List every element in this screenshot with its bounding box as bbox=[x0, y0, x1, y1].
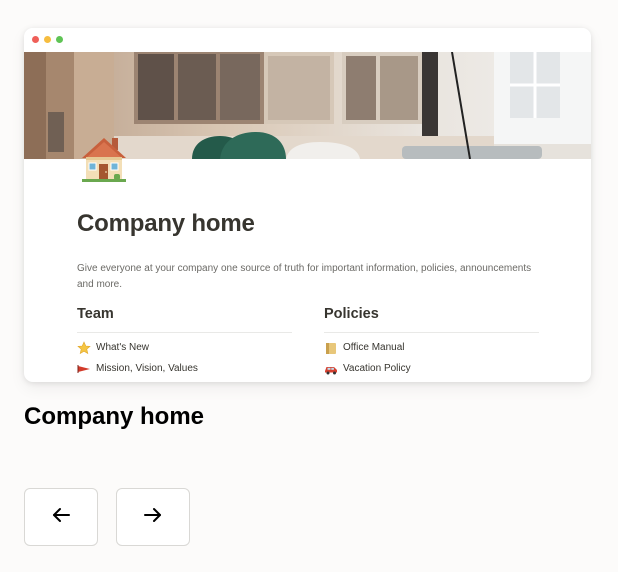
previous-button[interactable] bbox=[24, 488, 98, 546]
car-icon bbox=[324, 362, 338, 376]
maximize-dot-icon bbox=[56, 36, 63, 43]
list-item-label: Mission, Vision, Values bbox=[96, 363, 198, 374]
next-button[interactable] bbox=[116, 488, 190, 546]
house-icon bbox=[78, 132, 130, 184]
arrow-left-icon bbox=[50, 504, 72, 531]
team-heading: Team bbox=[77, 306, 292, 333]
template-caption: Company home bbox=[24, 403, 205, 430]
page-title: Company home bbox=[77, 210, 255, 237]
list-item-mission[interactable]: Mission, Vision, Values bbox=[77, 358, 292, 379]
window-titlebar bbox=[24, 28, 591, 52]
policies-column: Policies Office Manual Vacation Policy bbox=[324, 306, 539, 379]
policies-heading: Policies bbox=[324, 306, 539, 333]
list-item-office-manual[interactable]: Office Manual bbox=[324, 337, 539, 358]
list-item-label: What's New bbox=[96, 342, 150, 353]
list-item-vacation-policy[interactable]: Vacation Policy bbox=[324, 358, 539, 379]
close-dot-icon bbox=[32, 36, 39, 43]
flag-icon bbox=[77, 362, 91, 376]
list-item-whats-new[interactable]: What's New bbox=[77, 337, 292, 358]
minimize-dot-icon bbox=[44, 36, 51, 43]
arrow-right-icon bbox=[142, 504, 164, 531]
list-item-label: Vacation Policy bbox=[343, 363, 411, 374]
template-preview-card[interactable]: Company home Give everyone at your compa… bbox=[24, 28, 591, 382]
team-column: Team What's New Mission, Vision, Values bbox=[77, 306, 292, 379]
star-icon bbox=[77, 340, 91, 355]
page-description: Give everyone at your company one source… bbox=[77, 263, 532, 290]
scroll-icon bbox=[324, 341, 338, 355]
list-item-label: Office Manual bbox=[343, 342, 405, 353]
